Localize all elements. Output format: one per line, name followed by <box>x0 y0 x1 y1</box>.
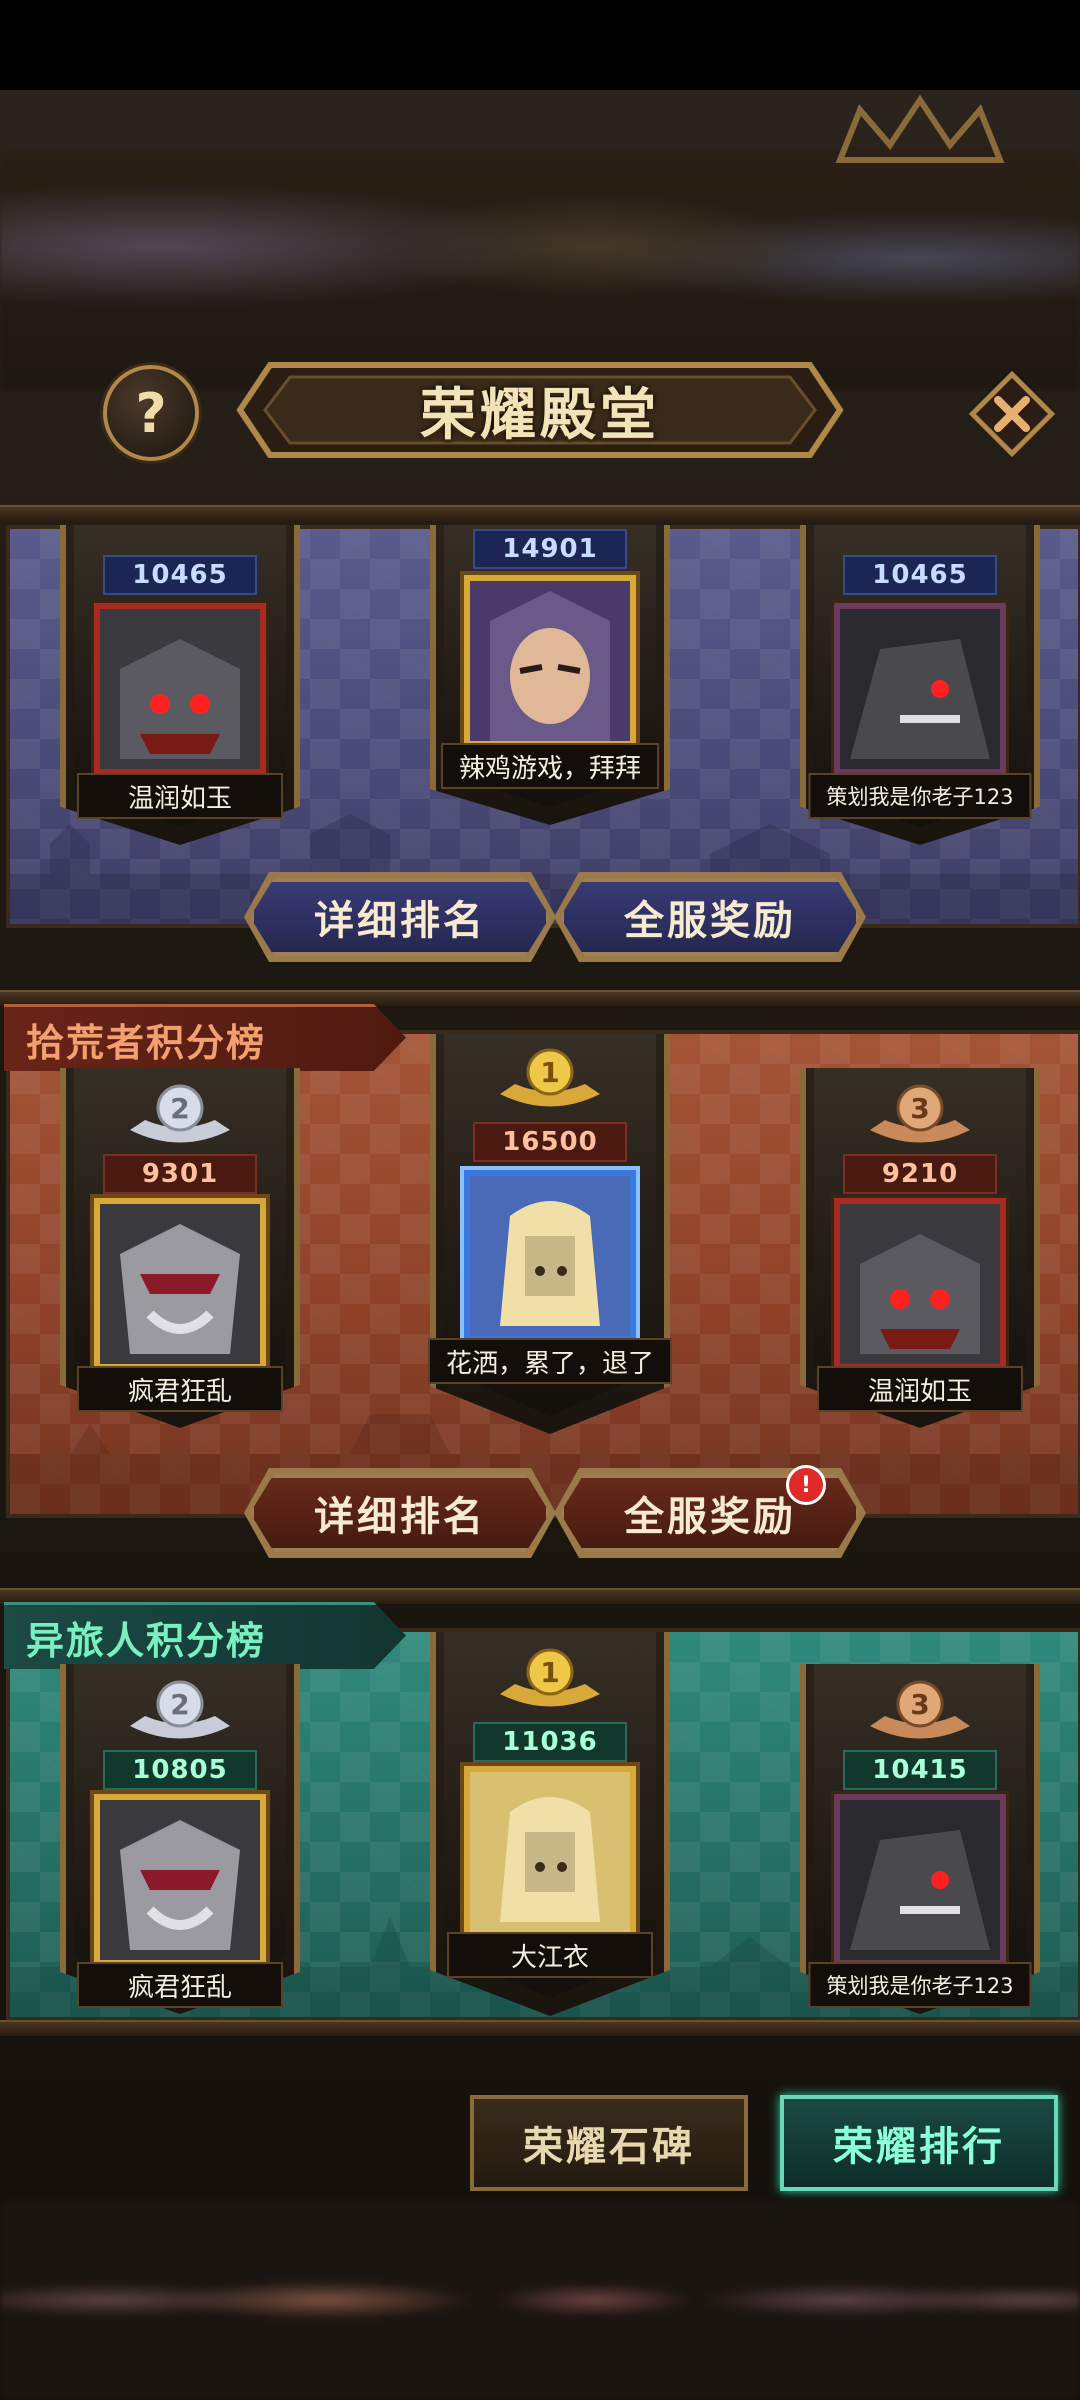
svg-text:3: 3 <box>910 1092 929 1125</box>
beast-portrait <box>840 609 1000 769</box>
rank-1-banner[interactable]: 1 16500 花洒，累了，退了 <box>427 1034 673 1434</box>
player-name: 疯君狂乱 <box>77 1962 283 2008</box>
player-name: 大江衣 <box>447 1932 653 1978</box>
player-name: 策划我是你老子123 <box>808 773 1032 819</box>
rank-2-banner[interactable]: 10465 温润如玉 <box>60 525 300 845</box>
status-bar <box>0 0 1080 90</box>
player-name: 策划我是你老子123 <box>808 1962 1032 2008</box>
avatar <box>834 1198 1006 1370</box>
divider <box>0 1588 1080 1604</box>
svg-text:2: 2 <box>170 1688 189 1721</box>
avatar <box>464 575 636 747</box>
score: 9301 <box>103 1154 257 1194</box>
score: 11036 <box>473 1722 627 1762</box>
close-button[interactable] <box>968 370 1056 458</box>
avatar <box>94 1198 266 1370</box>
silver-medal-icon: 2 <box>130 1084 230 1143</box>
knight-portrait <box>100 609 260 769</box>
blonde-knight-portrait <box>470 1772 630 1932</box>
server-reward-button[interactable]: 全服奖励 <box>560 878 860 956</box>
masked-warrior-portrait <box>100 1800 260 1960</box>
gold-medal-icon: 1 <box>500 1648 600 1707</box>
avatar <box>94 1794 266 1966</box>
honor-ranking-button[interactable]: 荣耀排行 <box>780 2095 1058 2191</box>
section-label: 拾荒者积分榜 <box>4 1004 406 1071</box>
player-name: 花洒，累了，退了 <box>427 1338 673 1384</box>
divider <box>0 2020 1080 2036</box>
rank-2-banner[interactable]: 2 9301 疯君狂乱 <box>60 1068 300 1428</box>
detail-ranking-button[interactable]: 详细排名 <box>250 878 550 956</box>
score: 10415 <box>843 1750 997 1790</box>
silver-medal-icon: 2 <box>130 1680 230 1739</box>
rank-3-banner[interactable]: 3 10415 策划我是你老子123 <box>800 1664 1040 2014</box>
help-button[interactable]: ? <box>103 365 199 461</box>
svg-text:1: 1 <box>540 1056 559 1089</box>
blurred-bottom-bar <box>0 2200 1080 2400</box>
gold-medal-icon: 1 <box>500 1048 600 1107</box>
rank-3-banner[interactable]: 10465 策划我是你老子123 <box>800 525 1040 845</box>
rank-1-banner[interactable]: 14901 辣鸡游戏，拜拜 <box>430 525 670 825</box>
knight-portrait <box>840 1204 1000 1364</box>
player-name: 温润如玉 <box>817 1366 1023 1412</box>
honor-stele-button[interactable]: 荣耀石碑 <box>470 2095 748 2191</box>
bronze-medal-icon: 3 <box>870 1084 970 1143</box>
score: 10465 <box>843 555 997 595</box>
player-name: 辣鸡游戏，拜拜 <box>440 743 660 789</box>
score: 14901 <box>473 529 627 569</box>
score: 10465 <box>103 555 257 595</box>
avatar <box>834 1794 1006 1966</box>
section-label: 异旅人积分榜 <box>4 1602 406 1669</box>
bronze-medal-icon: 3 <box>870 1680 970 1739</box>
player-name: 温润如玉 <box>77 773 283 819</box>
detail-ranking-button[interactable]: 详细排名 <box>250 1474 550 1552</box>
page-title: 荣耀殿堂 <box>420 382 660 448</box>
mage-portrait <box>470 581 630 741</box>
player-name: 疯君狂乱 <box>77 1366 283 1412</box>
notification-badge: ! <box>786 1465 826 1505</box>
divider <box>0 990 1080 1006</box>
divider <box>0 505 1080 521</box>
title-plate: 荣耀殿堂 <box>230 345 850 475</box>
question-icon: ? <box>135 381 167 445</box>
crown-decoration <box>835 94 1005 163</box>
svg-text:3: 3 <box>910 1688 929 1721</box>
avatar <box>464 1170 636 1342</box>
score: 10805 <box>103 1750 257 1790</box>
rank-2-banner[interactable]: 2 10805 疯君狂乱 <box>60 1664 300 2014</box>
avatar <box>94 603 266 775</box>
rank-3-banner[interactable]: 3 9210 温润如玉 <box>800 1068 1040 1428</box>
masked-warrior-portrait <box>100 1204 260 1364</box>
score: 16500 <box>473 1122 627 1162</box>
score: 9210 <box>843 1154 997 1194</box>
avatar <box>834 603 1006 775</box>
svg-text:1: 1 <box>540 1656 559 1689</box>
svg-text:2: 2 <box>170 1092 189 1125</box>
beast-portrait <box>840 1800 1000 1960</box>
blonde-knight-portrait <box>470 1176 630 1336</box>
rank-1-banner[interactable]: 1 11036 大江衣 <box>430 1632 670 2016</box>
avatar <box>464 1766 636 1938</box>
